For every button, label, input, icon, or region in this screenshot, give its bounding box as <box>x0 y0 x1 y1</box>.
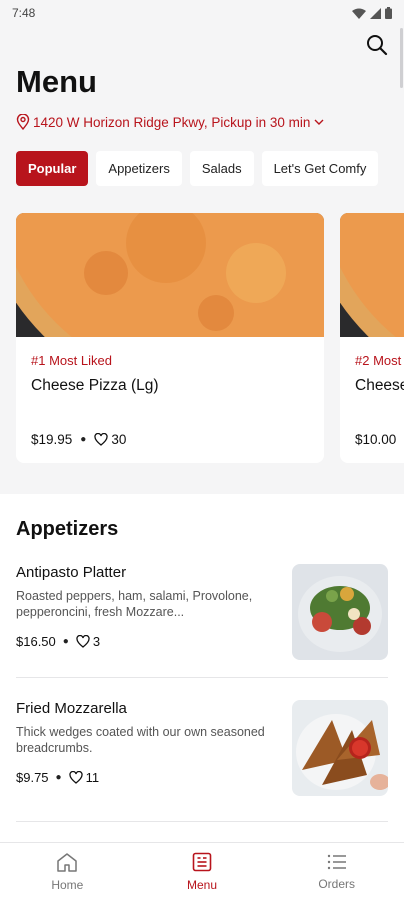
nav-menu[interactable]: Menu <box>135 843 270 900</box>
wifi-icon <box>352 8 366 19</box>
card-name: Cheese Pizza (Lg) <box>31 377 159 394</box>
card-rank: #1 Most Liked <box>31 353 112 368</box>
card-meta: $10.00 <box>355 432 396 447</box>
item-name: Antipasto Platter <box>16 564 127 581</box>
card-price: $19.95 <box>31 432 73 447</box>
card-rank: #2 Most Liked <box>355 353 404 368</box>
menu-item[interactable]: Antipasto Platter Roasted peppers, ham, … <box>16 554 388 678</box>
like-count-value: 3 <box>92 634 101 649</box>
status-time: 7:48 <box>12 6 36 20</box>
heart-icon <box>94 433 108 446</box>
like-count[interactable]: 30 <box>94 432 126 447</box>
tab-popular[interactable]: Popular <box>16 151 89 186</box>
page-title: Menu <box>16 64 97 99</box>
category-tabs: Popular Appetizers Salads Let's Get Comf… <box>0 151 404 187</box>
like-count[interactable]: 3 <box>76 634 100 649</box>
antipasto-image <box>292 564 388 660</box>
separator-dot: ● <box>80 434 87 445</box>
orders-icon <box>327 854 346 869</box>
pizza-image <box>340 213 404 337</box>
status-icons <box>352 7 392 19</box>
battery-icon <box>385 7 392 19</box>
fried-mozzarella-image <box>292 700 388 796</box>
scrollbar[interactable] <box>400 28 403 88</box>
appetizers-section: Appetizers Antipasto Platter Roasted pep… <box>0 494 404 822</box>
item-name: Fried Mozzarella <box>16 700 127 717</box>
status-bar: 7:48 <box>0 0 404 26</box>
item-meta: $9.75 ● 11 <box>16 770 278 785</box>
tab-lets-get-comfy[interactable]: Let's Get Comfy <box>261 151 379 186</box>
separator-dot: ● <box>62 636 69 647</box>
heart-icon <box>68 771 83 784</box>
nav-label: Menu <box>186 877 218 892</box>
item-price: $9.75 <box>16 770 49 785</box>
item-description: Thick wedges coated with our own seasone… <box>16 725 265 755</box>
nav-label: Home <box>51 877 84 892</box>
location-text: 1420 W Horizon Ridge Pkwy, Pickup in 30 … <box>33 114 311 130</box>
location-pin-icon <box>16 114 30 130</box>
bottom-nav: Home Menu Orders <box>0 842 404 900</box>
item-meta: $16.50 ● 3 <box>16 634 278 649</box>
like-count[interactable]: 11 <box>68 770 100 785</box>
popular-card[interactable]: #2 Most Liked Cheese Pizza (Md) $10.00 <box>340 213 404 463</box>
popular-card[interactable]: #1 Most Liked Cheese Pizza (Lg) $19.95 ●… <box>16 213 324 463</box>
tab-appetizers[interactable]: Appetizers <box>96 151 182 186</box>
popular-carousel[interactable]: #1 Most Liked Cheese Pizza (Lg) $19.95 ●… <box>0 213 404 463</box>
pizza-image <box>16 213 324 337</box>
heart-icon <box>76 635 90 648</box>
like-count-value: 30 <box>111 432 127 447</box>
nav-orders[interactable]: Orders <box>269 843 404 900</box>
search-icon <box>367 35 388 56</box>
nav-home[interactable]: Home <box>0 843 135 900</box>
chevron-down-icon <box>314 119 324 125</box>
card-price: $10.00 <box>355 432 397 447</box>
separator-dot: ● <box>55 772 62 783</box>
card-meta: $19.95 ● 30 <box>31 432 126 447</box>
tab-salads[interactable]: Salads <box>189 151 254 186</box>
menu-icon <box>192 852 212 871</box>
item-text: Antipasto Platter Roasted peppers, ham, … <box>16 564 278 677</box>
menu-item[interactable]: Fried Mozzarella Thick wedges coated wit… <box>16 678 388 822</box>
search-button[interactable] <box>364 32 390 58</box>
home-icon <box>57 852 78 872</box>
top-area: 7:48 Menu 1420 W Horizon Ridge Pkwy, Pic… <box>0 0 404 494</box>
like-count-value: 11 <box>85 770 100 785</box>
location-selector[interactable]: 1420 W Horizon Ridge Pkwy, Pickup in 30 … <box>0 111 404 133</box>
section-title: Appetizers <box>16 518 119 540</box>
item-price: $16.50 <box>16 634 56 649</box>
item-description: Roasted peppers, ham, salami, Provolone,… <box>16 589 253 619</box>
signal-icon <box>370 7 381 19</box>
item-text: Fried Mozzarella Thick wedges coated wit… <box>16 700 278 821</box>
card-name: Cheese Pizza (Md) <box>355 377 404 394</box>
nav-label: Orders <box>318 876 356 891</box>
